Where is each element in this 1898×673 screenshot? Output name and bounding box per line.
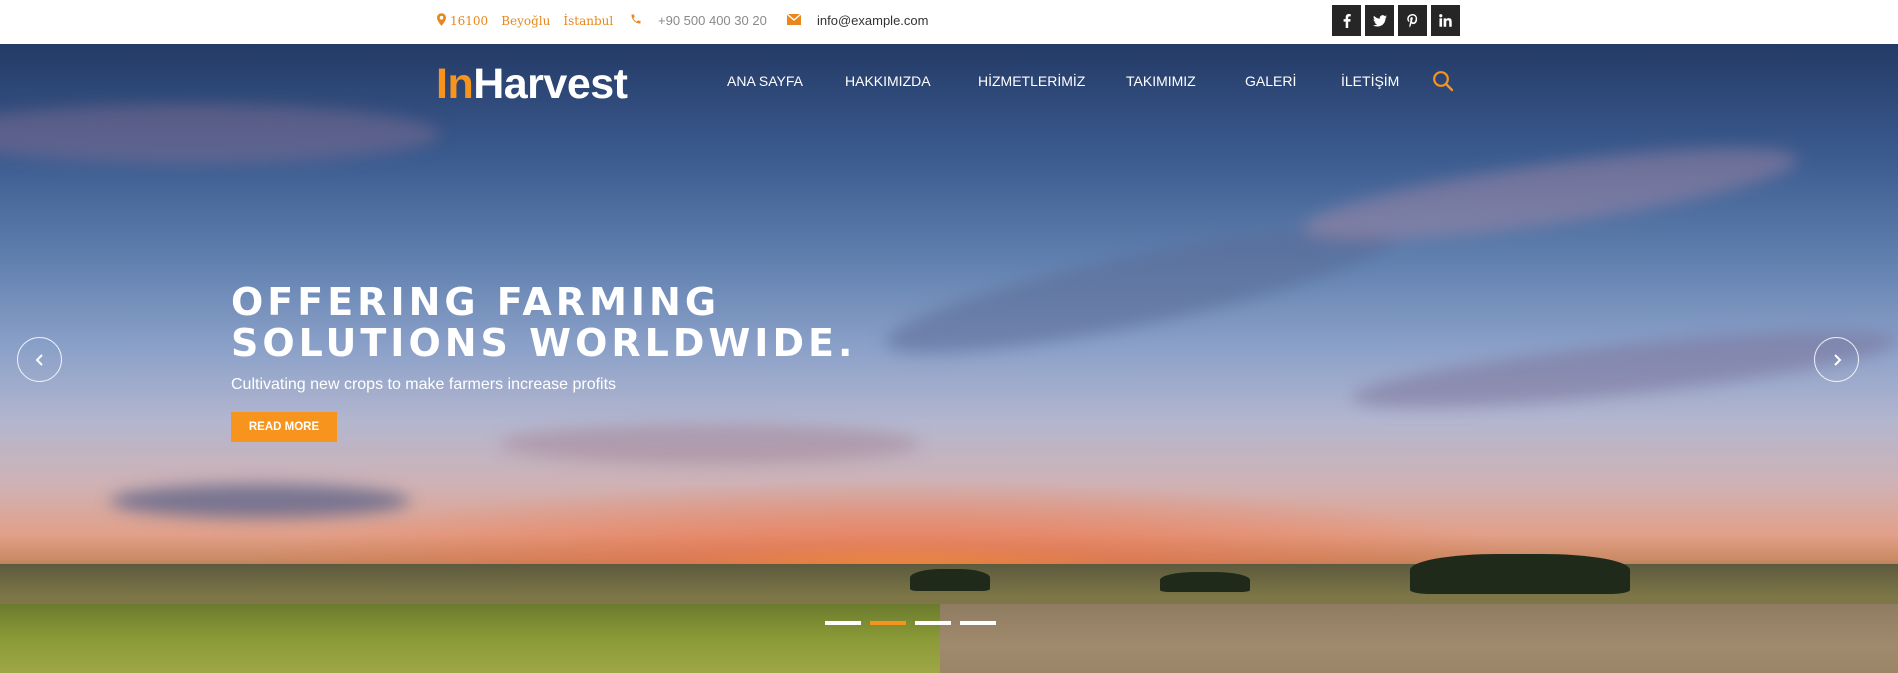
map-pin-icon xyxy=(437,13,446,29)
phone-number: +90 500 400 30 20 xyxy=(658,13,767,28)
address-city: İstanbul xyxy=(563,14,614,28)
search-icon[interactable] xyxy=(1432,70,1454,92)
slide-title: OFFERING FARMING SOLUTIONS WORLDWIDE. xyxy=(231,282,856,364)
chevron-right-icon xyxy=(1833,353,1841,366)
envelope-icon xyxy=(786,13,802,28)
pinterest-icon[interactable] xyxy=(1398,5,1427,36)
social-links xyxy=(1332,5,1460,36)
cloud xyxy=(0,104,440,164)
chevron-left-icon xyxy=(35,353,43,366)
nav-item-gallery[interactable]: GALERİ xyxy=(1245,73,1296,89)
slide-indicators xyxy=(825,621,996,625)
hero-slider: InHarvest ANA SAYFA HAKKIMIZDA HİZMETLER… xyxy=(0,44,1898,673)
next-slide-button[interactable] xyxy=(1814,337,1859,382)
slide-indicator-1[interactable] xyxy=(825,621,861,625)
slide-subtitle: Cultivating new crops to make farmers in… xyxy=(231,376,617,393)
email[interactable]: info@example.com xyxy=(786,13,929,28)
slide-title-line1: OFFERING FARMING xyxy=(231,280,721,324)
tree-line xyxy=(1160,572,1250,592)
top-bar: 16100 Beyoğlu İstanbul +90 500 400 30 20… xyxy=(0,0,1898,44)
slide-indicator-2[interactable] xyxy=(870,621,906,625)
nav-item-home[interactable]: ANA SAYFA xyxy=(727,73,803,89)
nav-item-team[interactable]: TAKIMIMIZ xyxy=(1126,73,1196,89)
twitter-icon[interactable] xyxy=(1365,5,1394,36)
nav-item-about[interactable]: HAKKIMIZDA xyxy=(845,73,931,89)
cloud xyxy=(110,484,410,518)
facebook-icon[interactable] xyxy=(1332,5,1361,36)
phone[interactable]: +90 500 400 30 20 xyxy=(630,13,767,28)
slide-title-line2: SOLUTIONS WORLDWIDE. xyxy=(231,321,857,365)
address-postal: 16100 xyxy=(450,14,489,28)
tree-line xyxy=(1410,554,1630,594)
linkedin-icon[interactable] xyxy=(1431,5,1460,36)
cloud xyxy=(1298,129,1802,259)
phone-icon xyxy=(630,13,642,28)
cloud xyxy=(500,424,920,464)
field-wheat xyxy=(940,604,1898,673)
field-green xyxy=(0,604,940,673)
slide-indicator-4[interactable] xyxy=(960,621,996,625)
logo-text: Harvest xyxy=(473,60,628,108)
email-address: info@example.com xyxy=(817,13,929,28)
tree-line xyxy=(910,569,990,591)
prev-slide-button[interactable] xyxy=(17,337,62,382)
address: 16100 Beyoğlu İstanbul xyxy=(437,13,626,29)
site-logo[interactable]: InHarvest xyxy=(436,60,628,109)
read-more-button[interactable]: READ MORE xyxy=(231,412,337,442)
nav-item-services[interactable]: HİZMETLERİMİZ xyxy=(978,73,1085,89)
logo-accent: In xyxy=(436,60,474,108)
address-district: Beyoğlu xyxy=(501,14,551,28)
slide-indicator-3[interactable] xyxy=(915,621,951,625)
nav-item-contact[interactable]: İLETİŞİM xyxy=(1341,73,1399,89)
